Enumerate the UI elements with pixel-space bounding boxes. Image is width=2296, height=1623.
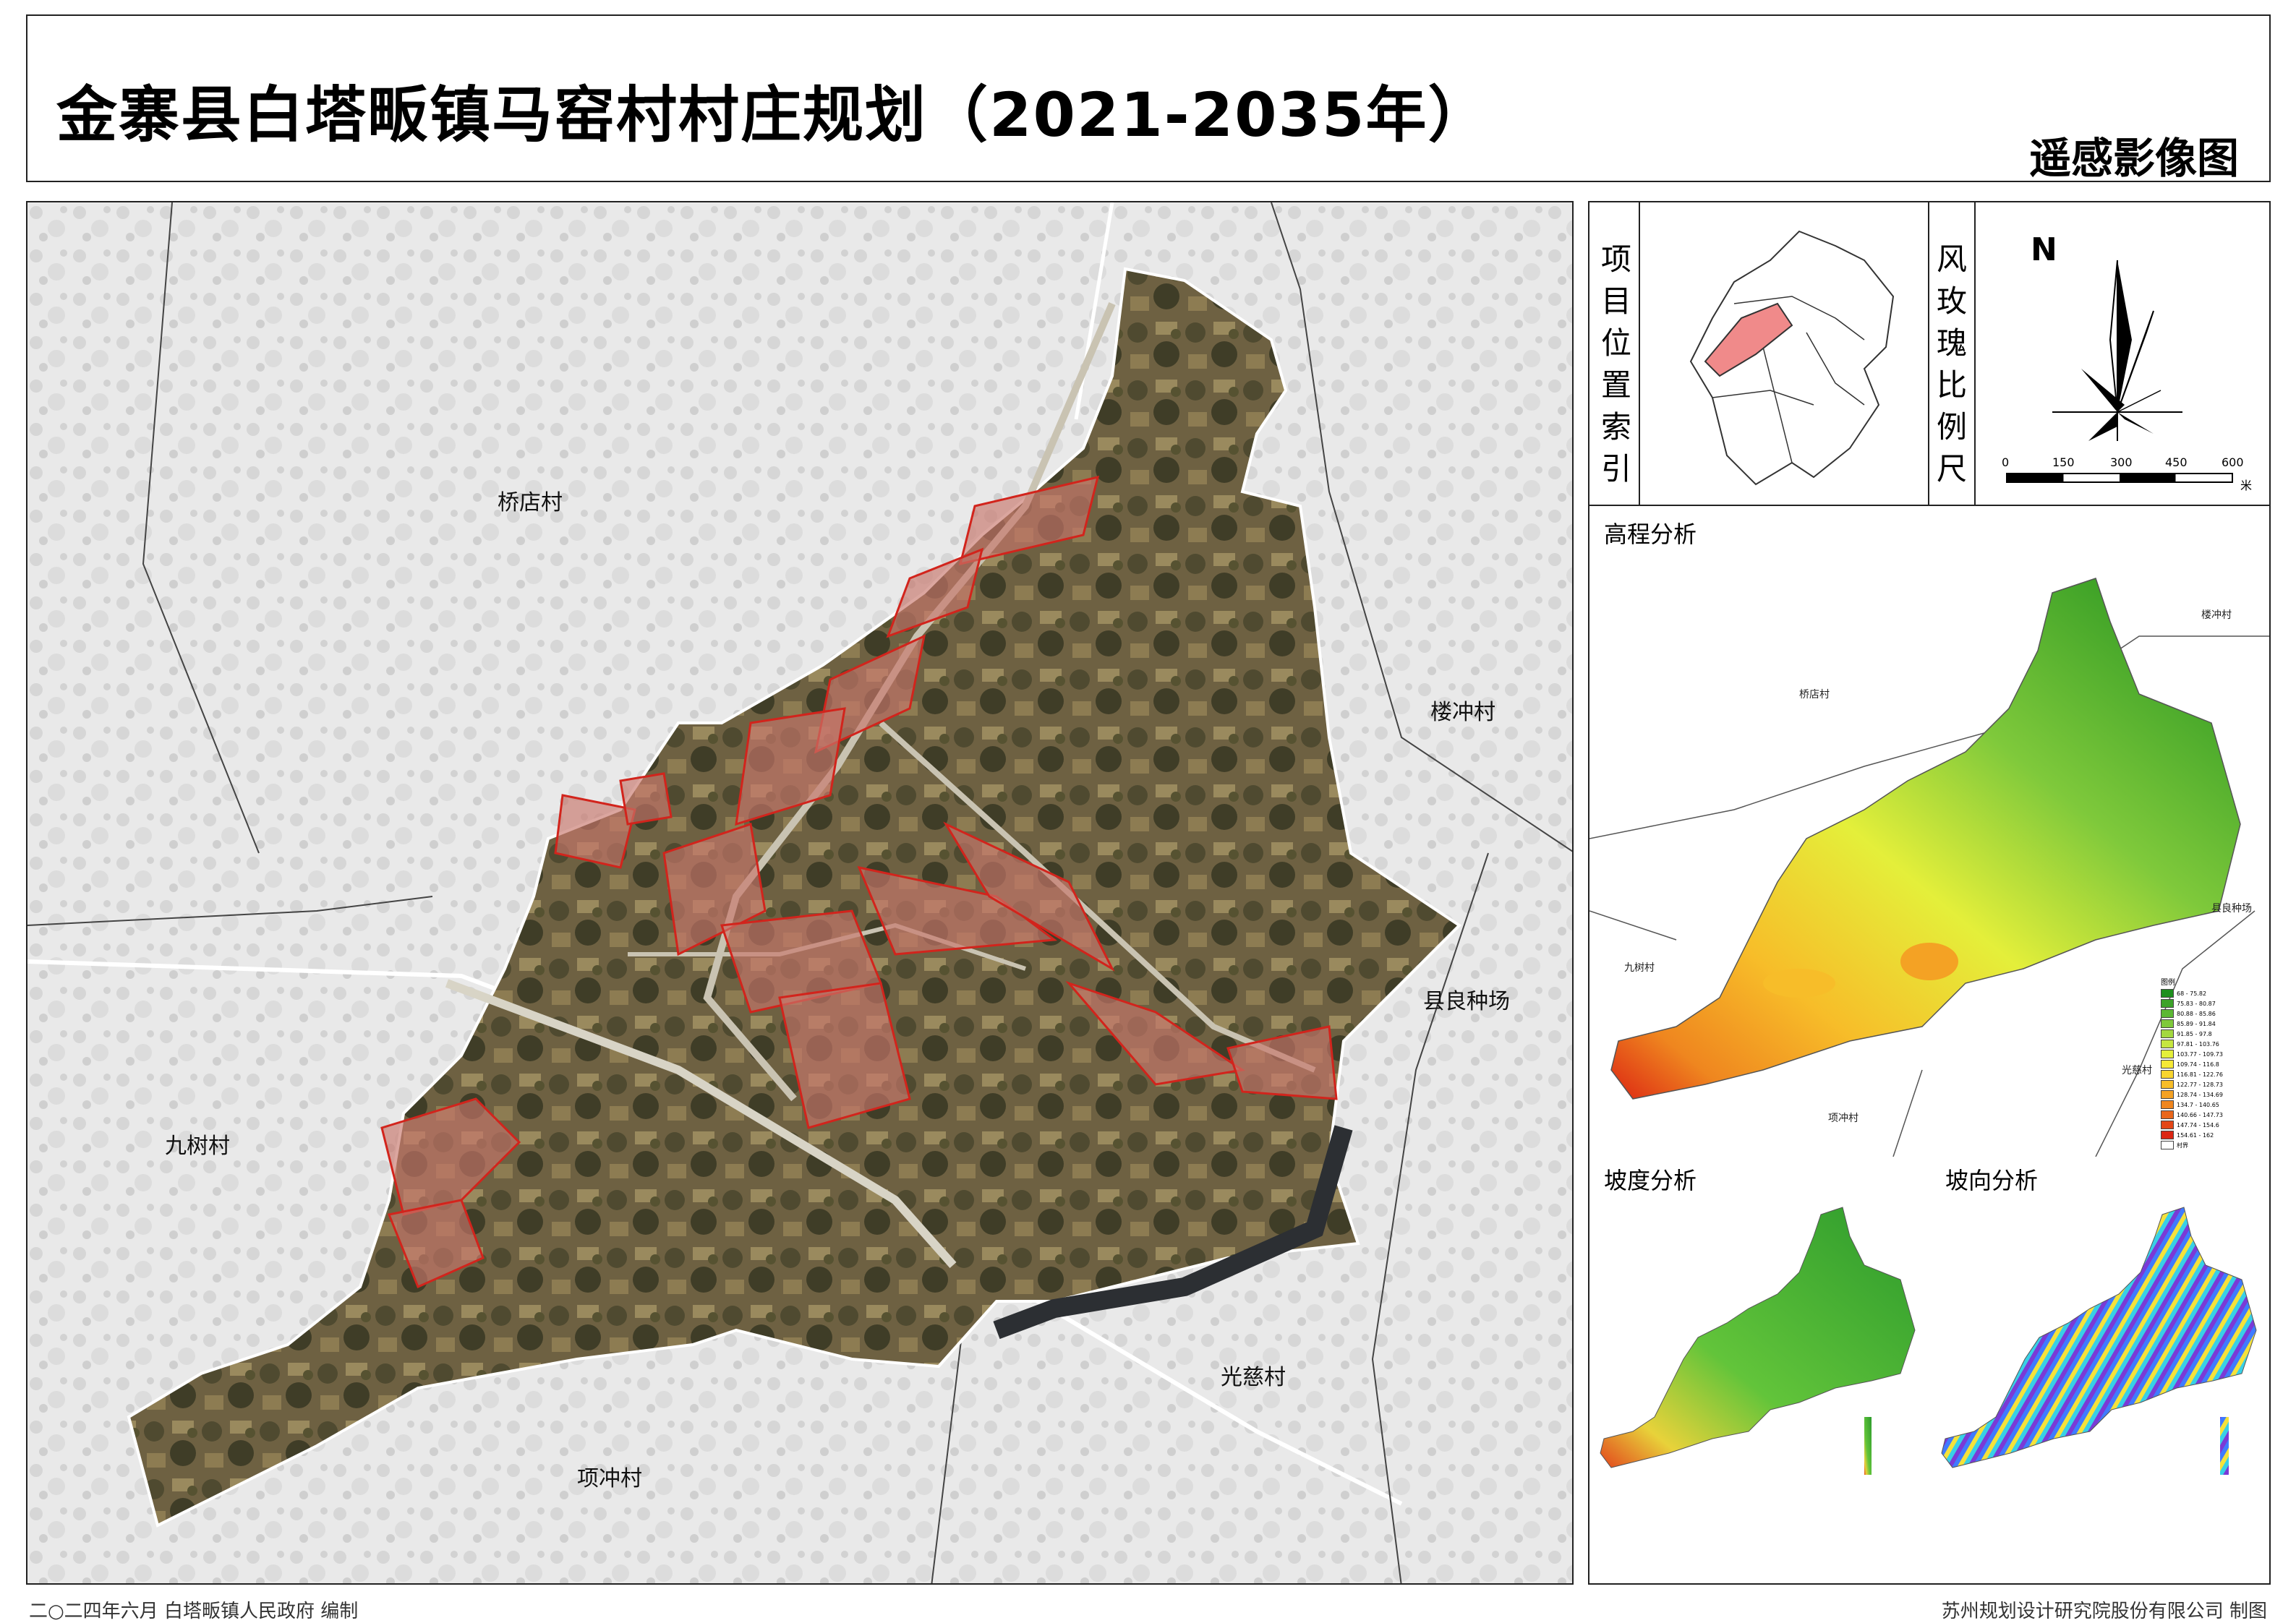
location-index-panel: 项目位置索引	[1589, 202, 1929, 506]
legend-item: 147.74 - 154.6	[2161, 1120, 2223, 1130]
footer-producer: 苏州规划设计研究院股份有限公司 制图	[1941, 1601, 2267, 1622]
legend-item: 134.7 - 140.65	[2161, 1100, 2223, 1110]
legend-swatch	[2161, 1110, 2174, 1119]
legend-label: 村界	[2177, 1142, 2188, 1149]
map-title: 金寨县白塔畈镇马窑村村庄规划（2021-2035年）	[56, 80, 1490, 150]
village-label-louchong: 楼冲村	[1430, 700, 1495, 725]
legend-item: 80.88 - 85.86	[2161, 1009, 2223, 1019]
legend-label: 134.7 - 140.65	[2177, 1101, 2219, 1108]
aspect-map	[1941, 1207, 2257, 1475]
wind-rose-icon	[2052, 260, 2182, 441]
legend-label: 109.74 - 116.8	[2177, 1061, 2219, 1068]
village-label-jiushu: 九树村	[165, 1134, 230, 1159]
slope-analysis-panel: 坡度分析	[1589, 1157, 1931, 1583]
legend-item: 68 - 75.82	[2161, 988, 2223, 998]
village-label-xianliang: 县良种场	[1423, 989, 1510, 1014]
scale-tick-450: 450	[2165, 455, 2188, 469]
village-label-qiaodian: 桥店村	[498, 490, 563, 515]
legend-label: 85.89 - 91.84	[2177, 1020, 2216, 1027]
legend-swatch	[2161, 1090, 2174, 1099]
analysis-side-panel: 项目位置索引 风玫瑰比例尺 N 0 150 300 450 600 米 高程分析…	[1588, 201, 2271, 1585]
legend-item: 村界	[2161, 1140, 2223, 1150]
legend-label: 140.66 - 147.73	[2177, 1111, 2223, 1118]
legend-swatch	[2161, 1029, 2174, 1038]
legend-label: 80.88 - 85.86	[2177, 1010, 2216, 1017]
legend-label: 91.85 - 97.8	[2177, 1030, 2212, 1037]
village-label-guangci: 光慈村	[1221, 1365, 1286, 1390]
legend-item: 109.74 - 116.8	[2161, 1059, 2223, 1069]
map-type-label: 遥感影像图	[2028, 134, 2239, 183]
legend-label: 75.83 - 80.87	[2177, 1000, 2216, 1007]
slope-map	[1600, 1207, 1916, 1475]
legend-swatch	[2161, 1121, 2174, 1129]
legend-label: 122.77 - 128.73	[2177, 1081, 2223, 1088]
legend-swatch	[2161, 1080, 2174, 1089]
legend-item: 116.81 - 122.76	[2161, 1069, 2223, 1079]
legend-swatch	[2161, 1060, 2174, 1069]
legend-item: 103.77 - 109.73	[2161, 1049, 2223, 1059]
scale-tick-600: 600	[2222, 455, 2244, 469]
legend-title: 图例	[2161, 979, 2175, 987]
legend-item: 140.66 - 147.73	[2161, 1110, 2223, 1120]
elev-label-xiangchong: 项冲村	[1828, 1113, 1858, 1124]
legend-label: 147.74 - 154.6	[2177, 1121, 2219, 1129]
legend-swatch	[2161, 1070, 2174, 1079]
legend-swatch	[2161, 1100, 2174, 1109]
footer-compiler: 二○二四年六月 白塔畈镇人民政府 编制	[29, 1601, 359, 1622]
legend-swatch	[2161, 1040, 2174, 1048]
elevation-analysis-panel: 高程分析 桥店村 楼冲村 县良种场 九树村 光慈村 项冲村 图例 68 - 75…	[1589, 506, 2269, 1157]
legend-label: 128.74 - 134.69	[2177, 1091, 2223, 1098]
scale-tick-300: 300	[2110, 455, 2133, 469]
legend-swatch	[2161, 989, 2174, 998]
legend-label: 97.81 - 103.76	[2177, 1040, 2219, 1048]
legend-swatch	[2161, 1019, 2174, 1028]
elev-label-louchong: 楼冲村	[2201, 609, 2232, 621]
satellite-imagery	[27, 202, 1572, 1583]
legend-label: 116.81 - 122.76	[2177, 1071, 2223, 1078]
legend-swatch	[2161, 1131, 2174, 1139]
elev-label-guangci: 光慈村	[2122, 1065, 2152, 1076]
village-label-xiangchong: 项冲村	[577, 1466, 642, 1491]
county-location-map	[1689, 230, 1895, 486]
aspect-analysis-panel: 坡向分析	[1931, 1157, 2269, 1583]
elev-label-xianliang: 县良种场	[2211, 903, 2252, 915]
legend-swatch	[2161, 1141, 2174, 1149]
legend-swatch	[2161, 1050, 2174, 1058]
legend-item: 75.83 - 80.87	[2161, 998, 2223, 1009]
legend-item: 85.89 - 91.84	[2161, 1019, 2223, 1029]
legend-label: 154.61 - 162	[2177, 1131, 2214, 1139]
legend-swatch	[2161, 999, 2174, 1008]
legend-item: 122.77 - 128.73	[2161, 1079, 2223, 1089]
legend-item: 97.81 - 103.76	[2161, 1039, 2223, 1049]
scale-unit: 米	[2240, 479, 2253, 492]
elev-label-qiaodian: 桥店村	[1799, 689, 1830, 701]
main-satellite-map[interactable]: 桥店村 楼冲村 县良种场 九树村 光慈村 项冲村	[26, 201, 1574, 1585]
legend-label: 68 - 75.82	[2177, 990, 2207, 997]
elev-label-jiushu: 九树村	[1624, 962, 1655, 974]
scale-tick-0: 0	[2002, 455, 2010, 469]
legend-label: 103.77 - 109.73	[2177, 1050, 2223, 1058]
elevation-legend: 图例 68 - 75.82 75.83 - 80.87 80.88 - 85.86 8…	[2161, 976, 2223, 1150]
compass-scale-panel: 风玫瑰比例尺 N 0 150 300 450 600 米	[1929, 202, 2269, 506]
legend-item: 154.61 - 162	[2161, 1130, 2223, 1140]
legend-item: 128.74 - 134.69	[2161, 1089, 2223, 1100]
compass-scale-label: 风玫瑰比例尺	[1936, 241, 1967, 487]
scale-tick-150: 150	[2052, 455, 2075, 469]
scale-bar	[2006, 473, 2233, 483]
legend-item: 91.85 - 97.8	[2161, 1029, 2223, 1039]
title-block: 金寨县白塔畈镇马窑村村庄规划（2021-2035年） 遥感影像图	[26, 14, 2271, 183]
legend-swatch	[2161, 1009, 2174, 1018]
location-index-label: 项目位置索引	[1600, 241, 1631, 487]
